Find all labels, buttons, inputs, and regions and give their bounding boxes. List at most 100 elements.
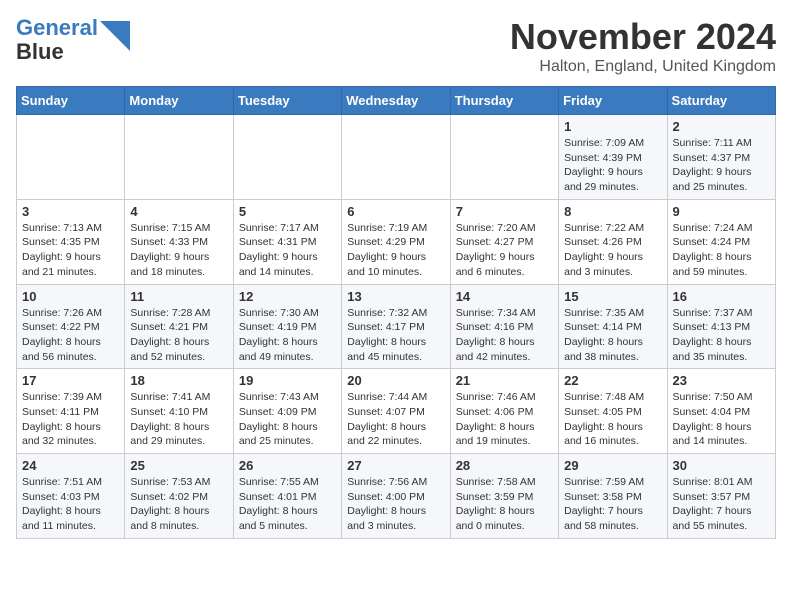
header-cell-tuesday: Tuesday xyxy=(233,87,341,115)
calendar-cell: 11 Sunrise: 7:28 AM Sunset: 4:21 PM Dayli… xyxy=(125,284,233,369)
header-cell-wednesday: Wednesday xyxy=(342,87,450,115)
logo-icon xyxy=(100,21,130,51)
calendar-week-row: 10 Sunrise: 7:26 AM Sunset: 4:22 PM Dayli… xyxy=(17,284,776,369)
calendar-cell: 3 Sunrise: 7:13 AM Sunset: 4:35 PM Daylig… xyxy=(17,199,125,284)
calendar-cell xyxy=(342,115,450,200)
day-number: 29 xyxy=(564,458,661,473)
day-number: 18 xyxy=(130,373,227,388)
day-info: Sunrise: 7:32 AM Sunset: 4:17 PM Dayligh… xyxy=(347,306,444,365)
calendar-cell: 7Sunrise: 7:20 AM Sunset: 4:27 PM Daylig… xyxy=(450,199,558,284)
calendar-week-row: 3 Sunrise: 7:13 AM Sunset: 4:35 PM Daylig… xyxy=(17,199,776,284)
day-info: Sunrise: 7:48 AM Sunset: 4:05 PM Dayligh… xyxy=(564,390,661,449)
day-info: Sunrise: 7:35 AM Sunset: 4:14 PM Dayligh… xyxy=(564,306,661,365)
day-info: Sunrise: 7:50 AM Sunset: 4:04 PM Dayligh… xyxy=(673,390,770,449)
calendar-cell: 13 Sunrise: 7:32 AM Sunset: 4:17 PM Dayli… xyxy=(342,284,450,369)
calendar-cell: 23 Sunrise: 7:50 AM Sunset: 4:04 PM Dayli… xyxy=(667,369,775,454)
day-info: Sunrise: 7:37 AM Sunset: 4:13 PM Dayligh… xyxy=(673,306,770,365)
day-info: Sunrise: 7:24 AM Sunset: 4:24 PM Dayligh… xyxy=(673,221,770,280)
day-info: Sunrise: 7:20 AM Sunset: 4:27 PM Dayligh… xyxy=(456,221,553,280)
calendar-cell: 18Sunrise: 7:41 AM Sunset: 4:10 PM Dayli… xyxy=(125,369,233,454)
calendar-cell: 12 Sunrise: 7:30 AM Sunset: 4:19 PM Dayli… xyxy=(233,284,341,369)
calendar-cell: 28 Sunrise: 7:58 AM Sunset: 3:59 PM Dayli… xyxy=(450,454,558,539)
calendar-cell: 17Sunrise: 7:39 AM Sunset: 4:11 PM Dayli… xyxy=(17,369,125,454)
day-info: Sunrise: 7:15 AM Sunset: 4:33 PM Dayligh… xyxy=(130,221,227,280)
day-info: Sunrise: 7:46 AM Sunset: 4:06 PM Dayligh… xyxy=(456,390,553,449)
day-number: 12 xyxy=(239,289,336,304)
day-number: 23 xyxy=(673,373,770,388)
day-info: Sunrise: 7:11 AM Sunset: 4:37 PM Dayligh… xyxy=(673,136,770,195)
calendar-cell xyxy=(125,115,233,200)
header-cell-friday: Friday xyxy=(559,87,667,115)
day-number: 30 xyxy=(673,458,770,473)
day-number: 1 xyxy=(564,119,661,134)
day-number: 25 xyxy=(130,458,227,473)
header-cell-thursday: Thursday xyxy=(450,87,558,115)
day-info: Sunrise: 7:13 AM Sunset: 4:35 PM Dayligh… xyxy=(22,221,119,280)
calendar-cell: 6 Sunrise: 7:19 AM Sunset: 4:29 PM Daylig… xyxy=(342,199,450,284)
day-number: 21 xyxy=(456,373,553,388)
day-number: 15 xyxy=(564,289,661,304)
logo: GeneralBlue xyxy=(16,16,130,64)
calendar-cell: 24Sunrise: 7:51 AM Sunset: 4:03 PM Dayli… xyxy=(17,454,125,539)
day-number: 22 xyxy=(564,373,661,388)
calendar-cell: 29 Sunrise: 7:59 AM Sunset: 3:58 PM Dayli… xyxy=(559,454,667,539)
calendar-cell: 4 Sunrise: 7:15 AM Sunset: 4:33 PM Daylig… xyxy=(125,199,233,284)
day-number: 16 xyxy=(673,289,770,304)
day-number: 20 xyxy=(347,373,444,388)
day-number: 6 xyxy=(347,204,444,219)
day-info: Sunrise: 7:09 AM Sunset: 4:39 PM Dayligh… xyxy=(564,136,661,195)
calendar-week-row: 17Sunrise: 7:39 AM Sunset: 4:11 PM Dayli… xyxy=(17,369,776,454)
day-info: Sunrise: 7:34 AM Sunset: 4:16 PM Dayligh… xyxy=(456,306,553,365)
day-number: 5 xyxy=(239,204,336,219)
header-cell-monday: Monday xyxy=(125,87,233,115)
day-number: 19 xyxy=(239,373,336,388)
day-info: Sunrise: 7:28 AM Sunset: 4:21 PM Dayligh… xyxy=(130,306,227,365)
day-number: 26 xyxy=(239,458,336,473)
day-info: Sunrise: 7:58 AM Sunset: 3:59 PM Dayligh… xyxy=(456,475,553,534)
calendar-cell: 19 Sunrise: 7:43 AM Sunset: 4:09 PM Dayli… xyxy=(233,369,341,454)
header-cell-sunday: Sunday xyxy=(17,87,125,115)
title-area: November 2024 Halton, England, United Ki… xyxy=(510,16,776,76)
calendar-cell: 10 Sunrise: 7:26 AM Sunset: 4:22 PM Dayli… xyxy=(17,284,125,369)
location: Halton, England, United Kingdom xyxy=(510,58,776,76)
day-number: 9 xyxy=(673,204,770,219)
calendar-cell: 5 Sunrise: 7:17 AM Sunset: 4:31 PM Daylig… xyxy=(233,199,341,284)
day-info: Sunrise: 7:30 AM Sunset: 4:19 PM Dayligh… xyxy=(239,306,336,365)
logo-text: GeneralBlue xyxy=(16,16,98,64)
header-cell-saturday: Saturday xyxy=(667,87,775,115)
day-number: 13 xyxy=(347,289,444,304)
calendar-cell xyxy=(233,115,341,200)
day-info: Sunrise: 7:43 AM Sunset: 4:09 PM Dayligh… xyxy=(239,390,336,449)
day-info: Sunrise: 7:59 AM Sunset: 3:58 PM Dayligh… xyxy=(564,475,661,534)
day-info: Sunrise: 7:56 AM Sunset: 4:00 PM Dayligh… xyxy=(347,475,444,534)
calendar-cell: 14 Sunrise: 7:34 AM Sunset: 4:16 PM Dayli… xyxy=(450,284,558,369)
day-number: 10 xyxy=(22,289,119,304)
day-info: Sunrise: 8:01 AM Sunset: 3:57 PM Dayligh… xyxy=(673,475,770,534)
calendar-cell: 22 Sunrise: 7:48 AM Sunset: 4:05 PM Dayli… xyxy=(559,369,667,454)
day-info: Sunrise: 7:22 AM Sunset: 4:26 PM Dayligh… xyxy=(564,221,661,280)
day-info: Sunrise: 7:51 AM Sunset: 4:03 PM Dayligh… xyxy=(22,475,119,534)
day-info: Sunrise: 7:26 AM Sunset: 4:22 PM Dayligh… xyxy=(22,306,119,365)
calendar-cell: 21 Sunrise: 7:46 AM Sunset: 4:06 PM Dayli… xyxy=(450,369,558,454)
header: GeneralBlue November 2024 Halton, Englan… xyxy=(16,16,776,76)
day-info: Sunrise: 7:19 AM Sunset: 4:29 PM Dayligh… xyxy=(347,221,444,280)
day-number: 3 xyxy=(22,204,119,219)
day-info: Sunrise: 7:17 AM Sunset: 4:31 PM Dayligh… xyxy=(239,221,336,280)
calendar-header-row: SundayMondayTuesdayWednesdayThursdayFrid… xyxy=(17,87,776,115)
day-number: 28 xyxy=(456,458,553,473)
day-info: Sunrise: 7:44 AM Sunset: 4:07 PM Dayligh… xyxy=(347,390,444,449)
day-info: Sunrise: 7:55 AM Sunset: 4:01 PM Dayligh… xyxy=(239,475,336,534)
day-number: 4 xyxy=(130,204,227,219)
calendar-week-row: 1 Sunrise: 7:09 AM Sunset: 4:39 PM Daylig… xyxy=(17,115,776,200)
month-title: November 2024 xyxy=(510,16,776,58)
calendar-cell: 26 Sunrise: 7:55 AM Sunset: 4:01 PM Dayli… xyxy=(233,454,341,539)
calendar-cell: 1 Sunrise: 7:09 AM Sunset: 4:39 PM Daylig… xyxy=(559,115,667,200)
day-number: 11 xyxy=(130,289,227,304)
calendar-cell: 20 Sunrise: 7:44 AM Sunset: 4:07 PM Dayli… xyxy=(342,369,450,454)
calendar-cell: 8Sunrise: 7:22 AM Sunset: 4:26 PM Daylig… xyxy=(559,199,667,284)
day-number: 14 xyxy=(456,289,553,304)
calendar-table: SundayMondayTuesdayWednesdayThursdayFrid… xyxy=(16,86,776,539)
day-number: 27 xyxy=(347,458,444,473)
calendar-cell xyxy=(17,115,125,200)
calendar-cell: 16 Sunrise: 7:37 AM Sunset: 4:13 PM Dayli… xyxy=(667,284,775,369)
